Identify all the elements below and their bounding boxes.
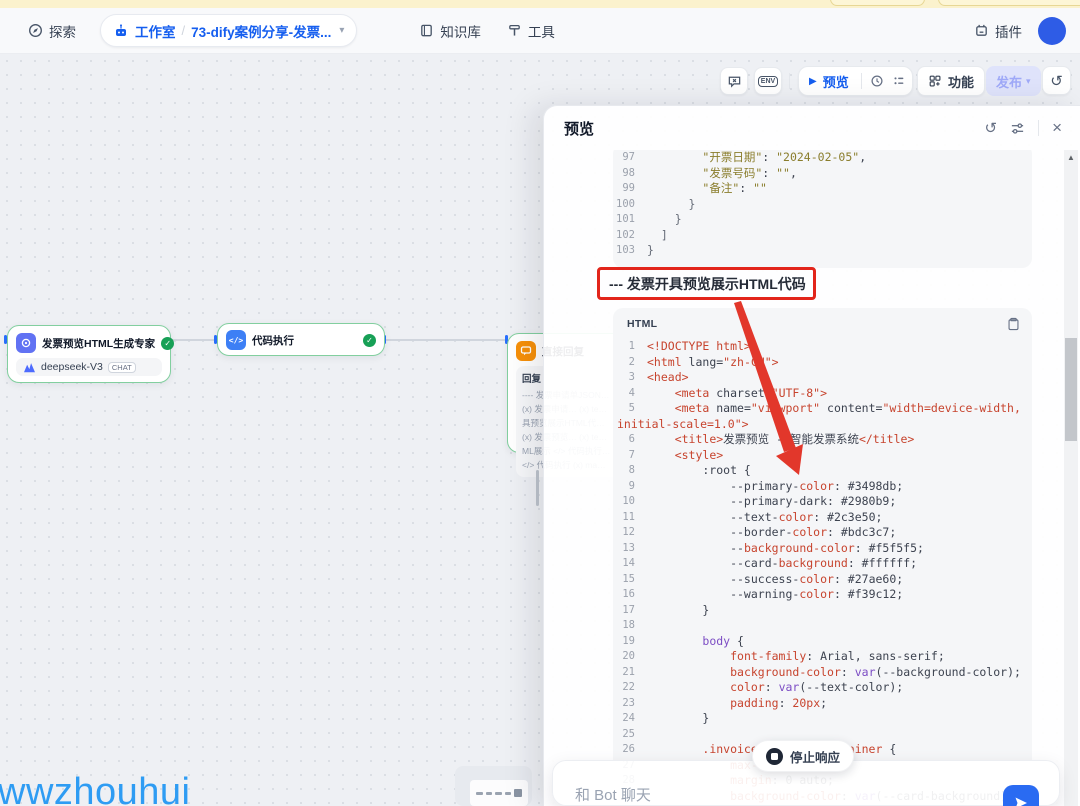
studio-breadcrumb[interactable]: 工作室 / 73-dify案例分享-发票... ▾ — [100, 14, 357, 47]
preview-panel: 预览 ↺ × 97 "开票日期": "2024-02-05",98 "发票号码"… — [543, 105, 1080, 806]
nav-tools[interactable]: 工具 — [507, 21, 555, 41]
chevron-down-icon[interactable]: ▾ — [339, 25, 344, 36]
preview-run-button[interactable]: ▶ 预览 — [805, 72, 853, 91]
nav-studio-label: 工作室 — [135, 21, 176, 41]
toolbar-divider — [789, 73, 790, 89]
chevron-down-icon: ▾ — [1026, 76, 1031, 87]
partial-node-content — [470, 780, 528, 806]
restart-icon[interactable]: ↺ — [984, 119, 997, 137]
strip-box — [830, 0, 925, 6]
group-divider — [861, 73, 862, 89]
plugin-icon — [974, 23, 989, 38]
breadcrumb-separator: / — [182, 23, 186, 38]
app-screen: 探索 工作室 / 73-dify案例分享-发票... ▾ 知识库 工具 插件 — [0, 0, 1080, 806]
watermark: wwzhouhui — [0, 771, 191, 806]
chat-input[interactable] — [575, 787, 905, 804]
code-node-icon: </> — [226, 330, 246, 350]
app-header: 探索 工作室 / 73-dify案例分享-发票... ▾ 知识库 工具 插件 — [0, 8, 1080, 54]
node-llm-invoice-html-expert[interactable]: 发票预览HTML生成专家 ✓ deepseek-V3 CHAT — [7, 325, 171, 383]
node-title: 发票预览HTML生成专家 — [42, 336, 155, 351]
features-label: 功能 — [948, 72, 974, 91]
workflow-toolbar: ENV ▶ 预览 功能 发布 ▾ ↺ — [0, 65, 1080, 99]
nav-tools-label: 工具 — [528, 21, 555, 41]
node-title: 代码执行 — [252, 333, 294, 348]
history-icon: ↺ — [1050, 72, 1063, 90]
copy-icon[interactable] — [1007, 317, 1020, 331]
preview-panel-title: 预览 — [564, 118, 594, 139]
edge-node1-node2 — [170, 339, 217, 341]
markdown-heading: --- 发票开具预览展示HTML代码 — [609, 274, 806, 294]
json-code-lines: 97 "开票日期": "2024-02-05",98 "发票号码": "",99… — [613, 150, 1032, 265]
nav-explore-label: 探索 — [49, 21, 76, 41]
env-variables-button[interactable]: ENV — [754, 67, 782, 95]
user-avatar[interactable] — [1038, 17, 1066, 45]
run-history-icon[interactable] — [870, 74, 884, 88]
preview-run-label: 预览 — [823, 72, 849, 91]
edge-node2-node3 — [385, 339, 508, 341]
play-icon: ▶ — [809, 76, 817, 87]
model-mode-badge: CHAT — [108, 362, 136, 373]
robot-icon — [113, 23, 129, 39]
blocks-icon — [928, 74, 942, 88]
preview-panel-header: 预览 ↺ × — [544, 106, 1080, 150]
stop-responding-button[interactable]: 停止响应 — [752, 740, 854, 772]
node-code-execution[interactable]: </> 代码执行 ✓ — [217, 323, 385, 356]
model-name: deepseek-V3 — [41, 361, 103, 373]
preview-button-group: ▶ 预览 — [798, 66, 913, 96]
env-icon: ENV — [758, 76, 778, 87]
nav-explore[interactable]: 探索 — [28, 21, 76, 41]
panel-scrollbar[interactable]: ▲ — [1064, 150, 1078, 806]
version-history-button[interactable]: ↺ — [1042, 66, 1071, 95]
project-name: 73-dify案例分享-发票... — [191, 21, 331, 41]
preview-panel-content[interactable]: 97 "开票日期": "2024-02-05",98 "发票号码": "",99… — [544, 150, 1080, 806]
header-divider — [1038, 120, 1039, 136]
close-icon[interactable]: × — [1052, 118, 1062, 138]
strip-box — [938, 0, 1080, 6]
llm-node-icon — [16, 333, 36, 353]
compass-icon — [28, 23, 43, 38]
html-code-block: HTML 1<!DOCTYPE html>2<html lang="zh-CN"… — [613, 308, 1032, 806]
browser-top-strip — [0, 0, 1080, 8]
code-block-header: HTML — [613, 308, 1032, 335]
stop-responding-label: 停止响应 — [790, 747, 840, 766]
book-icon — [419, 23, 434, 38]
nav-plugins-label: 插件 — [995, 21, 1022, 41]
scrollbar-thumb[interactable] — [1065, 338, 1077, 441]
scrollbar-up-arrow[interactable]: ▲ — [1064, 150, 1078, 165]
tool-icon — [507, 23, 522, 38]
send-button[interactable] — [1003, 785, 1039, 806]
code-language-label: HTML — [627, 318, 657, 330]
model-selector[interactable]: deepseek-V3 CHAT — [16, 358, 162, 376]
variable-inspect-button[interactable] — [720, 67, 748, 95]
partial-node[interactable] — [455, 766, 532, 806]
json-output-block: 97 "开票日期": "2024-02-05",98 "发票号码": "",99… — [613, 150, 1032, 268]
html-code-lines: 1<!DOCTYPE html>2<html lang="zh-CN">3<he… — [613, 335, 1032, 806]
nav-knowledge-label: 知识库 — [440, 21, 481, 41]
reply-node-icon — [516, 341, 536, 361]
publish-label: 发布 — [996, 72, 1022, 91]
publish-button[interactable]: 发布 ▾ — [986, 66, 1041, 96]
nav-plugins[interactable]: 插件 — [974, 21, 1022, 41]
success-check-icon: ✓ — [161, 337, 174, 350]
features-button[interactable]: 功能 — [917, 66, 985, 96]
nav-knowledge[interactable]: 知识库 — [419, 21, 481, 41]
stop-icon — [766, 748, 783, 765]
panel-resize-handle[interactable] — [536, 470, 539, 506]
checklist-icon[interactable] — [892, 74, 906, 88]
settings-sliders-icon[interactable] — [1010, 121, 1025, 136]
send-icon — [1013, 795, 1029, 806]
success-check-icon: ✓ — [363, 334, 376, 347]
chat-x-icon — [727, 74, 742, 89]
deepseek-logo-icon — [23, 362, 36, 373]
